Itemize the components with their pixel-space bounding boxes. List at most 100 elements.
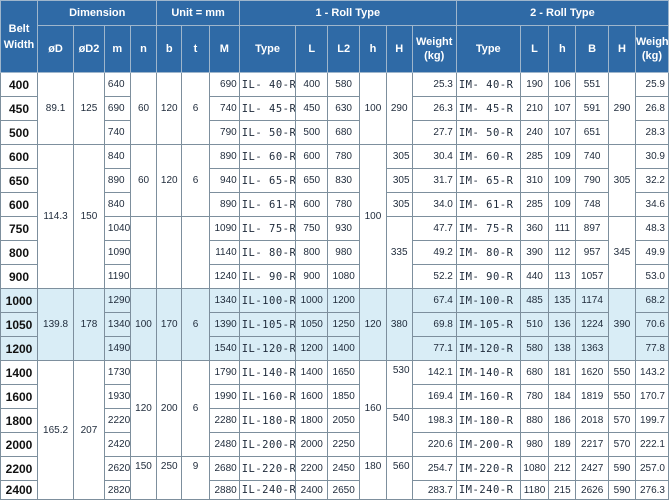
col-header-L-2: L xyxy=(519,25,550,73)
belt-width-cell: 1400 xyxy=(0,360,39,385)
col-header-d: øD xyxy=(37,25,75,73)
d-cell: 139.8 xyxy=(37,288,75,361)
L1-cell: 450 xyxy=(295,96,329,121)
B-cell: 591 xyxy=(575,96,610,121)
weight1-cell: 283.7 xyxy=(411,480,457,500)
M-cell: 790 xyxy=(208,120,240,145)
weight1-cell: 52.2 xyxy=(411,264,457,289)
B-cell: 748 xyxy=(575,192,610,217)
weight2-cell: 276.3 xyxy=(634,480,669,500)
type1-cell: IL- 45-R xyxy=(238,96,297,121)
belt-width-cell: 1000 xyxy=(0,288,39,313)
b-cell: 250 xyxy=(156,456,183,500)
L-2-cell: 190 xyxy=(519,72,550,97)
L-2-cell: 210 xyxy=(519,96,550,121)
col-header-t: t xyxy=(181,25,210,73)
m-cell: 640 xyxy=(103,72,131,97)
L2-cell: 830 xyxy=(327,168,361,193)
h-2-cell: 135 xyxy=(548,288,577,313)
col-header-H-2: H xyxy=(608,25,636,73)
m-cell: 840 xyxy=(103,192,131,217)
L1-cell: 400 xyxy=(295,72,329,97)
H1-cell: 560 xyxy=(385,456,413,500)
h-2-cell: 107 xyxy=(548,96,577,121)
L1-cell: 1400 xyxy=(295,360,329,385)
h-2-cell: 109 xyxy=(548,192,577,217)
B-cell: 957 xyxy=(575,240,610,265)
type1-cell: IL-100-R xyxy=(238,288,297,313)
m-cell: 1090 xyxy=(103,240,131,265)
belt-width-cell: 1800 xyxy=(0,408,39,433)
B-cell: 1057 xyxy=(575,264,610,289)
weight2-cell: 32.2 xyxy=(634,168,669,193)
h-2-cell: 111 xyxy=(548,216,577,241)
col-header-type2: Type xyxy=(455,25,521,73)
L2-cell: 1850 xyxy=(327,384,361,409)
belt-width-cell: 450 xyxy=(0,96,39,121)
L-2-cell: 510 xyxy=(519,312,550,337)
belt-width-cell: 600 xyxy=(0,144,39,169)
type1-cell: IL- 65-R xyxy=(238,168,297,193)
col-header-M: M xyxy=(208,25,240,73)
B-cell: 2217 xyxy=(575,432,610,457)
type1-cell: IL-220-R xyxy=(238,456,297,481)
weight1-cell: 254.7 xyxy=(411,456,457,481)
B-cell: 740 xyxy=(575,144,610,169)
L2-cell: 1080 xyxy=(327,264,361,289)
B-cell: 1363 xyxy=(575,336,610,361)
M-cell: 740 xyxy=(208,96,240,121)
n-cell: 60 xyxy=(129,144,158,217)
M-cell: 1540 xyxy=(208,336,240,361)
h1-cell: 100 xyxy=(359,144,387,289)
L2-cell: 1650 xyxy=(327,360,361,385)
L1-cell: 500 xyxy=(295,120,329,145)
L-2-cell: 980 xyxy=(519,432,550,457)
weight2-cell: 53.0 xyxy=(634,264,669,289)
m-cell: 2620 xyxy=(103,456,131,481)
h-2-cell: 113 xyxy=(548,264,577,289)
weight2-cell: 25.9 xyxy=(634,72,669,97)
weight2-cell: 257.0 xyxy=(634,456,669,481)
type1-cell: IL-240-R xyxy=(238,480,297,500)
H1-cell: 305 xyxy=(385,144,413,169)
M-cell: 890 xyxy=(208,192,240,217)
b-cell: 170 xyxy=(156,288,183,361)
weight1-cell: 25.3 xyxy=(411,72,457,97)
L2-cell: 780 xyxy=(327,192,361,217)
type1-cell: IL-180-R xyxy=(238,408,297,433)
B-cell: 2626 xyxy=(575,480,610,500)
M-cell: 690 xyxy=(208,72,240,97)
col-header-d2: øD2 xyxy=(73,25,105,73)
n-cell: 120 xyxy=(129,360,158,457)
h1-cell: 120 xyxy=(359,288,387,361)
h-2-cell: 109 xyxy=(548,168,577,193)
L2-cell: 1250 xyxy=(327,312,361,337)
t-cell: 9 xyxy=(181,456,210,500)
B-cell: 1819 xyxy=(575,384,610,409)
col-header-L1: L xyxy=(295,25,329,73)
type2-cell: IM-105-R xyxy=(455,312,521,337)
weight2-cell: 30.9 xyxy=(634,144,669,169)
d2-cell: 207 xyxy=(73,360,105,500)
belt-idler-spec-table: Belt Width Dimension Unit = mm 1 - Roll … xyxy=(0,0,669,500)
d-cell: 114.3 xyxy=(37,144,75,289)
weight1-cell: 142.1 xyxy=(411,360,457,385)
L2-cell: 930 xyxy=(327,216,361,241)
h1-cell: 180 xyxy=(359,456,387,500)
L2-cell: 680 xyxy=(327,120,361,145)
M-cell: 1390 xyxy=(208,312,240,337)
belt-width-cell: 2400 xyxy=(0,480,39,500)
table-row: 1000 139.8 178 1290 100 170 6 1340 IL-10… xyxy=(0,288,669,361)
h-2-cell: 138 xyxy=(548,336,577,361)
L2-cell: 630 xyxy=(327,96,361,121)
L2-cell: 1400 xyxy=(327,336,361,361)
h-2-cell: 186 xyxy=(548,408,577,433)
belt-width-cell: 800 xyxy=(0,240,39,265)
unit-header: Unit = mm xyxy=(156,0,240,26)
L-2-cell: 310 xyxy=(519,168,550,193)
h-2-cell: 136 xyxy=(548,312,577,337)
b-cell: 120 xyxy=(156,144,183,217)
m-cell: 740 xyxy=(103,120,131,145)
type1-cell: IL-105-R xyxy=(238,312,297,337)
weight1-cell: 69.8 xyxy=(411,312,457,337)
